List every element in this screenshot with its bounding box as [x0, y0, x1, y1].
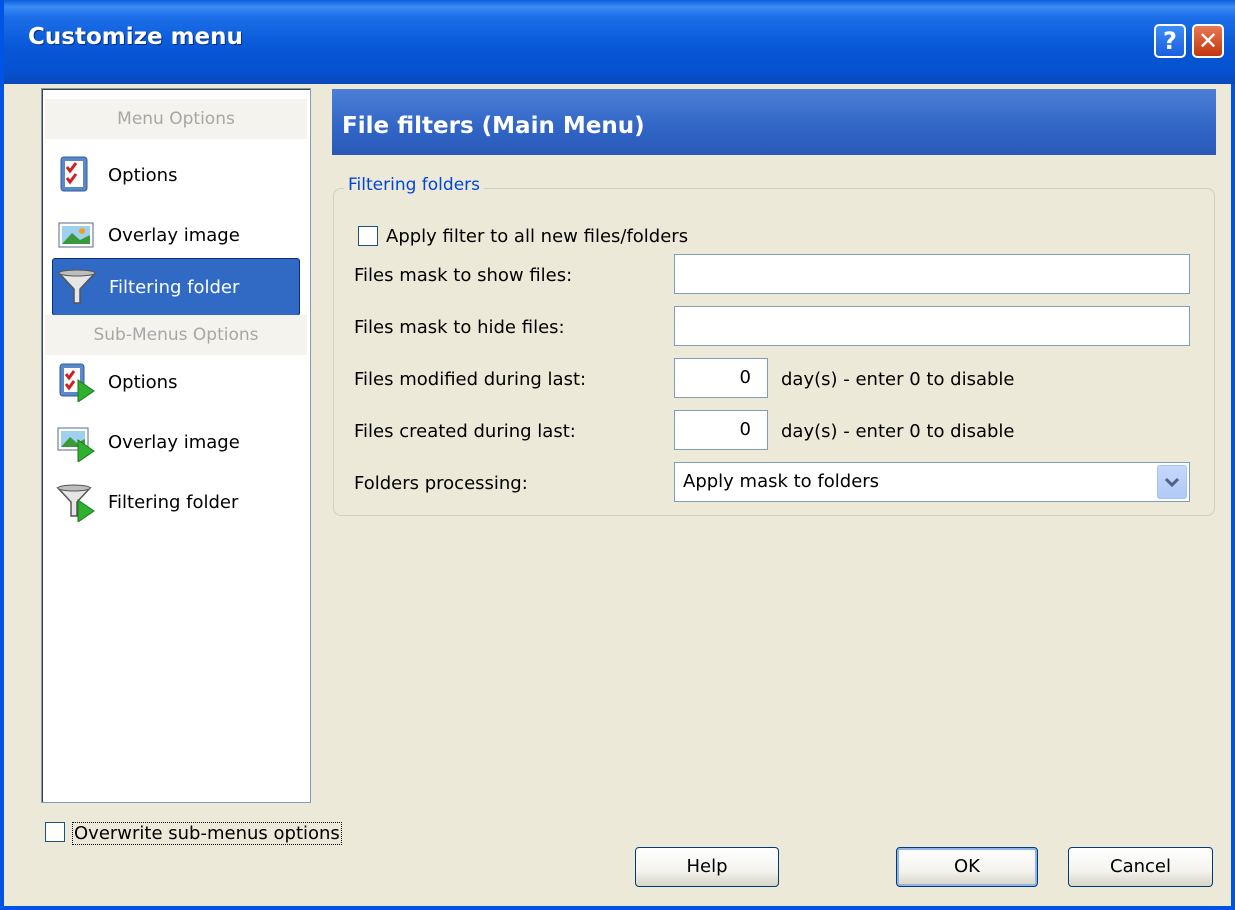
chevron-down-icon — [1164, 477, 1180, 488]
apply-filter-checkbox[interactable] — [358, 226, 378, 246]
help-title-button[interactable]: ? — [1154, 24, 1186, 58]
close-button[interactable]: ✕ — [1192, 24, 1224, 58]
modified-days-hint: day(s) - enter 0 to disable — [781, 369, 1015, 390]
ok-button[interactable]: OK — [896, 847, 1038, 887]
folders-processing-select[interactable]: Apply mask to folders — [674, 462, 1190, 502]
nav-item-sub-options[interactable]: Options — [52, 353, 300, 411]
overwrite-submenus-checkbox[interactable] — [45, 822, 65, 842]
funnel-icon — [57, 267, 97, 307]
created-days-input[interactable]: 0 — [674, 410, 768, 450]
nav-item-sub-filtering-folder[interactable]: Filtering folder — [52, 473, 300, 531]
dropdown-button[interactable] — [1157, 465, 1187, 499]
nav-item-label: Overlay image — [108, 224, 240, 246]
nav-header-menu-options: Menu Options — [45, 99, 307, 139]
nav-item-menu-overlay-image[interactable]: Overlay image — [52, 206, 300, 264]
hide-mask-input[interactable] — [674, 306, 1190, 346]
nav-item-label: Options — [108, 164, 178, 186]
title-bar: Customize menu ? ✕ — [4, 0, 1235, 84]
image-arrow-icon — [56, 422, 96, 463]
created-label: Files created during last: — [354, 421, 576, 442]
close-icon: ✕ — [1197, 27, 1219, 55]
group-legend: Filtering folders — [344, 175, 484, 195]
nav-item-menu-filtering-folder[interactable]: Filtering folder — [52, 258, 300, 316]
nav-item-menu-options[interactable]: Options — [52, 146, 300, 204]
nav-item-label: Filtering folder — [108, 491, 239, 513]
modified-label: Files modified during last: — [354, 369, 587, 390]
image-icon — [56, 215, 96, 255]
question-icon: ? — [1163, 27, 1177, 55]
folders-processing-label: Folders processing: — [354, 473, 528, 494]
nav-item-label: Overlay image — [108, 431, 240, 453]
options-nav-list[interactable]: Menu Options Options Overlay image Filte… — [41, 88, 311, 803]
nav-item-label: Options — [108, 371, 178, 393]
funnel-arrow-icon — [56, 482, 96, 523]
overwrite-submenus-label: Overwrite sub-menus options — [72, 822, 342, 845]
checklist-icon — [56, 155, 96, 195]
help-button[interactable]: Help — [635, 847, 779, 887]
nav-item-sub-overlay-image[interactable]: Overlay image — [52, 413, 300, 471]
section-title: File filters (Main Menu) — [332, 89, 1216, 155]
nav-item-label: Filtering folder — [109, 276, 240, 298]
folders-processing-value: Apply mask to folders — [683, 471, 880, 492]
modified-days-input[interactable]: 0 — [674, 358, 768, 398]
customize-menu-dialog: Customize menu ? ✕ Menu Options Options … — [0, 0, 1235, 910]
checklist-arrow-icon — [56, 362, 96, 403]
window-title: Customize menu — [28, 24, 243, 50]
show-mask-input[interactable] — [674, 254, 1190, 294]
apply-filter-label: Apply filter to all new files/folders — [386, 226, 689, 247]
show-mask-label: Files mask to show files: — [354, 265, 573, 286]
nav-header-sub-menus-options: Sub-Menus Options — [45, 315, 307, 355]
cancel-button[interactable]: Cancel — [1068, 847, 1213, 887]
hide-mask-label: Files mask to hide files: — [354, 317, 565, 338]
created-days-hint: day(s) - enter 0 to disable — [781, 421, 1015, 442]
